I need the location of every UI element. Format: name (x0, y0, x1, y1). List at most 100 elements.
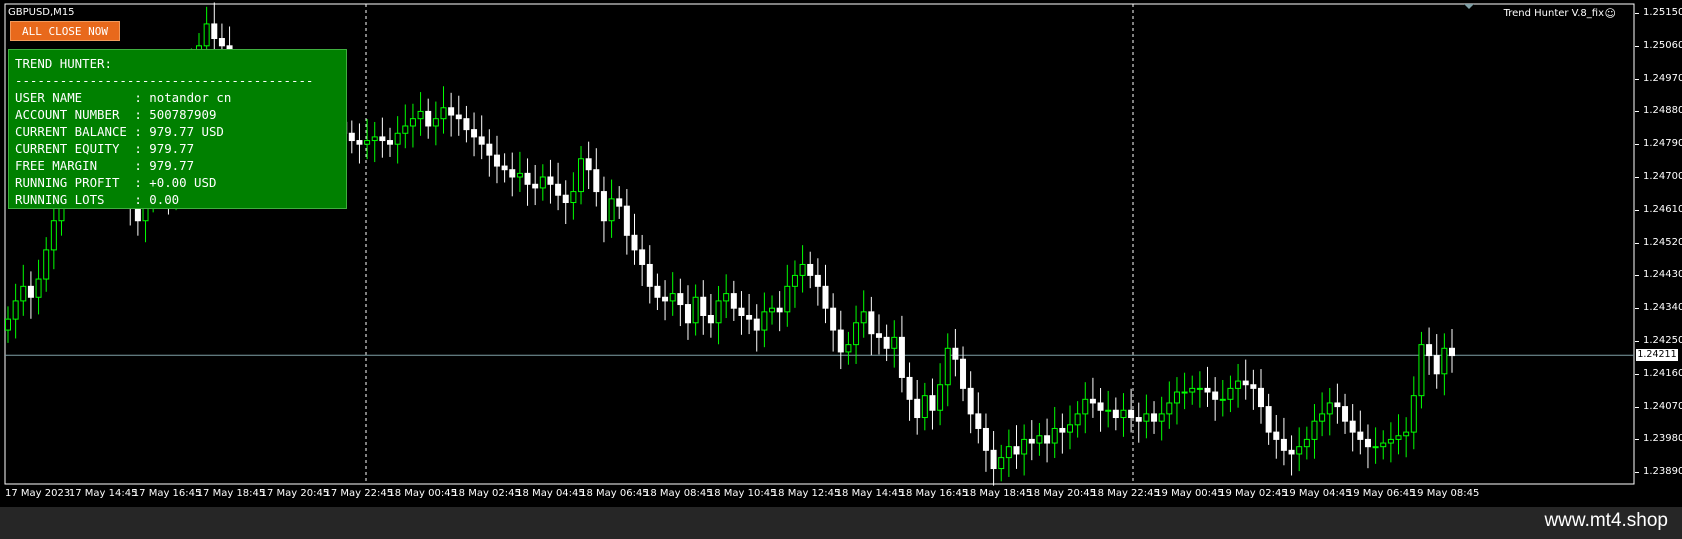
candle-body (654, 285, 661, 298)
chart-area[interactable]: GBPUSD,M15 Trend Hunter V.8_fix ☺ ALL CL… (0, 0, 1682, 507)
candle-body (1257, 387, 1264, 408)
candle-body (364, 140, 371, 145)
candle-body (501, 165, 508, 171)
candle-body (5, 318, 11, 331)
candle-body (799, 263, 806, 276)
time-tick-label: 17 May 22:45 (324, 488, 394, 499)
time-tick-label: 18 May 04:45 (516, 488, 585, 499)
price-tick-mark (1635, 341, 1639, 342)
price-tick-label: 1.24790 (1643, 138, 1682, 150)
price-tick-mark (1635, 308, 1639, 310)
price-tick-label: 1.24700 (1643, 171, 1682, 182)
candle-body (723, 293, 730, 302)
candle-body (1112, 409, 1119, 419)
price-tick-label: 1.24880 (1643, 105, 1682, 117)
time-tick-label: 17 May 2023 (5, 488, 71, 499)
time-tick-label: 18 May 22:45 (1091, 488, 1160, 499)
candle-body (875, 333, 882, 338)
candle-body (1189, 387, 1196, 393)
panel-current-balance: CURRENT BALANCE : 979.77 USD (15, 124, 224, 139)
candle-body (1326, 402, 1333, 415)
time-tick-label: 18 May 14:45 (835, 488, 905, 499)
price-tick-mark (1635, 78, 1639, 80)
candle-body (593, 169, 600, 193)
candle-body (50, 220, 57, 251)
candle-body (1250, 384, 1257, 389)
candle-body (1181, 391, 1188, 394)
price-tick-mark (1635, 242, 1639, 244)
candle-body (12, 300, 19, 320)
candle-body (639, 249, 646, 265)
price-tick-mark (1635, 144, 1639, 146)
time-tick-label: 18 May 00:45 (388, 488, 457, 499)
candle-body (1433, 355, 1440, 375)
price-tick-label: 1.24430 (1643, 269, 1682, 281)
time-tick-label: 17 May 20:45 (260, 488, 330, 499)
candle-body (982, 427, 989, 451)
site-watermark: www.mt4.shop (1544, 510, 1668, 531)
candle-body (43, 249, 50, 280)
trend-hunter-panel: TREND HUNTER: --------------------------… (8, 49, 347, 209)
candle-body (448, 107, 455, 116)
candle-body (348, 132, 355, 142)
candle-body (845, 344, 852, 353)
candle-body (1051, 427, 1058, 444)
candle-body (1105, 409, 1112, 412)
candle-body (1036, 435, 1043, 444)
candle-body (791, 274, 798, 287)
candle-body (1334, 402, 1341, 408)
candle-body (471, 129, 478, 138)
candle-body (1349, 420, 1356, 433)
candle-body (379, 136, 386, 142)
panel-account-number: ACCOUNT NUMBER : 500787909 (15, 107, 217, 122)
candle-body (1082, 398, 1089, 415)
candle-body (1380, 442, 1387, 448)
candle-body (738, 307, 745, 316)
candle-body (1342, 406, 1349, 422)
candle-body (1005, 446, 1012, 459)
all-close-now-button[interactable]: ALL CLOSE NOW (10, 21, 120, 41)
candle-body (677, 293, 684, 306)
candle-body (1242, 380, 1249, 386)
candle-body (776, 307, 783, 313)
candle-body (1196, 387, 1203, 390)
candle-body (27, 285, 34, 298)
candle-body (1135, 417, 1142, 422)
candle-body (853, 322, 860, 346)
candle-body (1418, 344, 1425, 397)
candle-body (394, 132, 401, 145)
price-tick-mark (1635, 406, 1639, 408)
indicator-name: Trend Hunter V.8_fix (1503, 8, 1604, 19)
candle-body (837, 329, 844, 353)
candle-body (707, 314, 714, 324)
candle-body (1319, 413, 1326, 422)
time-tick-label: 18 May 18:45 (963, 488, 1033, 499)
candle-body (1066, 424, 1073, 433)
price-tick-label: 1.25150 (1643, 7, 1682, 18)
price-tick-label: 1.24250 (1643, 335, 1682, 346)
candle-body (211, 23, 218, 40)
candle-body (715, 300, 722, 324)
candle-body (646, 263, 653, 287)
candle-body (600, 191, 607, 222)
candle-body (967, 387, 974, 415)
candle-body (1303, 438, 1310, 448)
panel-free-margin: FREE MARGIN : 979.77 (15, 158, 195, 173)
candle-body (1021, 438, 1028, 455)
time-tick-label: 19 May 04:45 (1283, 488, 1352, 499)
candle-body (1166, 402, 1173, 415)
candle-body (402, 125, 409, 134)
time-tick-label: 19 May 02:45 (1219, 488, 1288, 499)
candle-body (532, 183, 539, 189)
candle-body (493, 154, 500, 167)
candle-body (730, 293, 737, 309)
price-tick-mark (1635, 209, 1639, 211)
candle-body (1013, 446, 1020, 455)
candle-body (662, 296, 669, 302)
symbol-title: GBPUSD,M15 (8, 7, 75, 18)
panel-running-profit: RUNNING PROFIT : +0.00 USD (15, 175, 217, 190)
candle-body (684, 304, 691, 324)
candle-body (906, 376, 913, 400)
candle-body (1074, 413, 1081, 426)
price-tick-label: 1.25060 (1643, 39, 1682, 51)
